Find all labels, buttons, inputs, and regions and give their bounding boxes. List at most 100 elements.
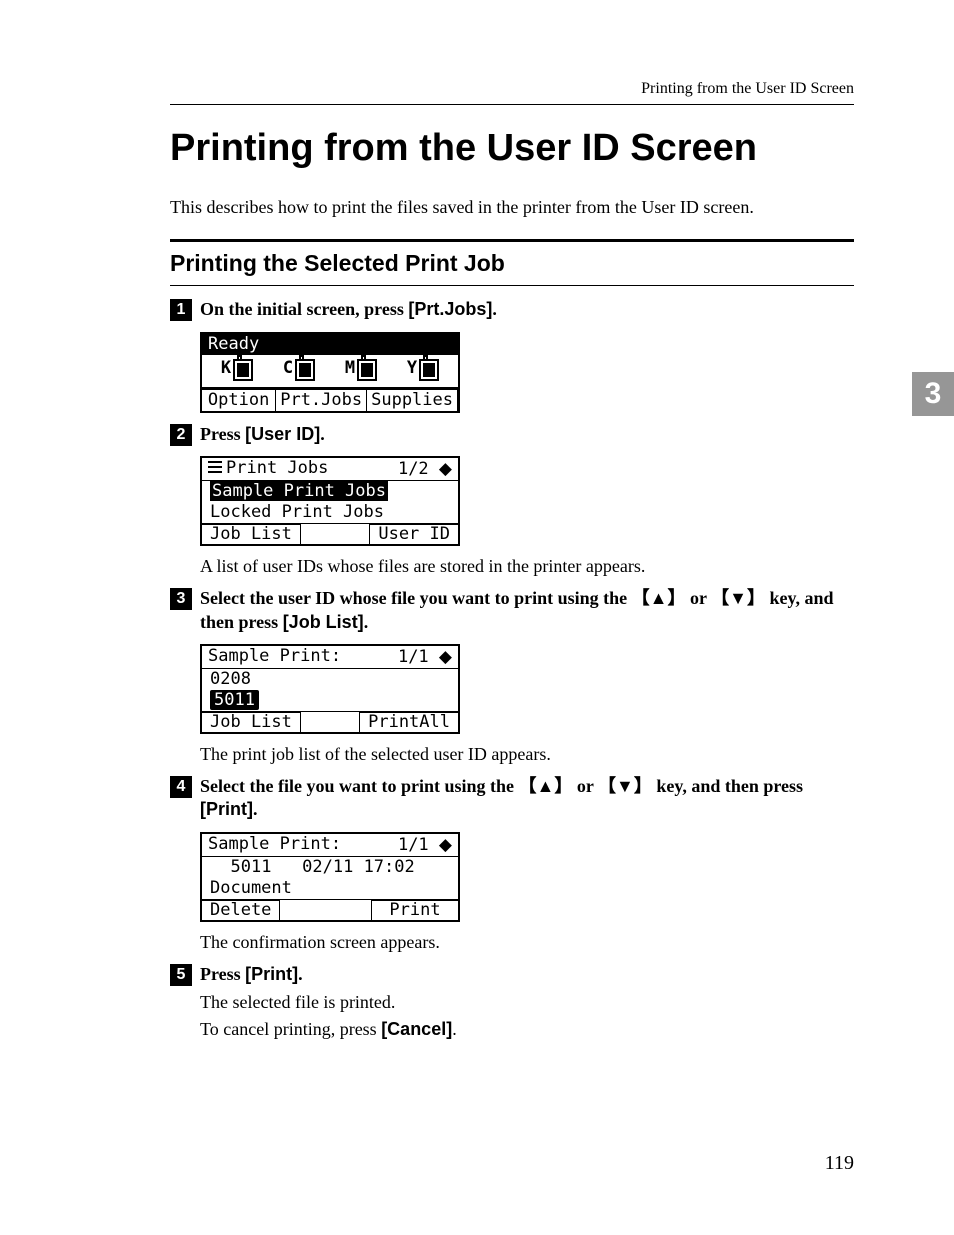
step-4-follow: The confirmation screen appears. <box>200 932 854 953</box>
user-id-button[interactable]: User ID <box>369 524 458 544</box>
page-number: 119 <box>825 1152 854 1175</box>
toner-m-label: M <box>345 359 355 377</box>
step-1-text: On the initial screen, press [Prt.Jobs]. <box>200 298 854 321</box>
print-all-button[interactable]: PrintAll <box>359 712 458 732</box>
lcd4-item-job[interactable]: 5011 02/11 17:02 <box>202 857 458 878</box>
step-3-c: . <box>364 612 369 632</box>
lcd2-titlebar: Print Jobs 1/2 ◆ <box>202 458 458 480</box>
page-title: Printing from the User ID Screen <box>170 127 854 170</box>
job-list-button[interactable]: Job List <box>202 524 301 544</box>
lcd4-arrows-icon: ◆ <box>439 835 452 854</box>
step-2-number-icon: 2 <box>170 424 192 446</box>
lcd-print-jobs-screen: Print Jobs 1/2 ◆ Sample Print Jobs Locke… <box>200 456 460 546</box>
option-button[interactable]: Option <box>202 389 276 411</box>
step-4-or: or <box>572 776 598 796</box>
step-4-a: Select the file you want to print using … <box>200 776 519 796</box>
toner-k: K <box>221 359 253 381</box>
toner-m-icon <box>357 359 377 381</box>
toner-y-icon <box>419 359 439 381</box>
toner-y: Y <box>407 359 439 381</box>
lead-paragraph: This describes how to print the files sa… <box>170 196 854 219</box>
step-2: 2 Press [User ID]. <box>170 423 854 446</box>
step-5-head: 5 Press [Print]. <box>170 963 854 986</box>
lcd3-arrows-icon: ◆ <box>439 647 452 666</box>
lcd4-footer: Delete Print <box>202 899 458 920</box>
up-key-icon: 【▲】 <box>632 587 686 610</box>
lcd2-title-text: Print Jobs <box>226 458 328 478</box>
job-list-button-2[interactable]: Job List <box>202 712 301 732</box>
supplies-button[interactable]: Supplies <box>367 389 458 411</box>
print-button[interactable]: Print <box>371 900 458 920</box>
step-4-head: 4 Select the file you want to print usin… <box>170 775 854 822</box>
page: Printing from the User ID Screen Printin… <box>0 0 954 1235</box>
step-2-head: 2 Press [User ID]. <box>170 423 854 446</box>
lcd-sample-print-screen: Sample Print: 1/1 ◆ 0208 5011 Job List P… <box>200 644 460 734</box>
lcd3-titlebar: Sample Print: 1/1 ◆ <box>202 646 458 668</box>
lcd3-footer: Job List PrintAll <box>202 711 458 732</box>
lcd4-job-time: 02/11 17:02 <box>302 857 415 877</box>
down-key-icon-2: 【▼】 <box>598 775 652 798</box>
lcd-toner-row: K C M Y <box>202 355 458 388</box>
step-2-text: Press [User ID]. <box>200 423 854 446</box>
step-1-pre: On the initial screen, press <box>200 299 408 319</box>
lcd4-spacer <box>280 900 371 920</box>
step-1: 1 On the initial screen, press [Prt.Jobs… <box>170 298 854 321</box>
lcd2-list: Sample Print Jobs Locked Print Jobs <box>202 480 458 523</box>
delete-button[interactable]: Delete <box>202 900 280 920</box>
step-5-number-icon: 5 <box>170 964 192 986</box>
step-5-text: Press [Print]. <box>200 963 854 986</box>
lcd4-item-document[interactable]: Document <box>202 878 458 899</box>
lcd3-page-indicator: 1/1 ◆ <box>398 648 452 666</box>
user-id-ref: [User ID] <box>245 424 320 444</box>
step-4-b: key, and then press <box>652 776 803 796</box>
lcd2-page-indicator: 1/2 ◆ <box>398 460 452 478</box>
list-icon <box>208 461 222 473</box>
step-5: 5 Press [Print]. <box>170 963 854 986</box>
thumb-tab: 3 <box>912 372 954 416</box>
lcf3-title: Sample Print: <box>208 648 341 666</box>
prt-jobs-button[interactable]: Prt.Jobs <box>276 389 367 411</box>
step-2-post: . <box>320 424 325 444</box>
step-4-text: Select the file you want to print using … <box>200 775 854 822</box>
lcd3-item-5011[interactable]: 5011 <box>202 690 458 711</box>
lcd2-spacer <box>301 524 369 544</box>
step-5b-post: . <box>452 1019 457 1039</box>
lcd3-spacer <box>301 712 359 732</box>
step-5-pre: Press <box>200 964 245 984</box>
lcd-ready-screen: Ready K C M Y Option Prt.Jobs Supplies <box>200 332 460 413</box>
toner-c: C <box>283 359 315 381</box>
step-2-pre: Press <box>200 424 245 444</box>
lcd4-job-id: 5011 <box>230 857 271 877</box>
lcd2-item-sample[interactable]: Sample Print Jobs <box>202 481 458 502</box>
section-rule-bottom <box>170 285 854 286</box>
lcd2-arrows-icon: ◆ <box>439 459 452 478</box>
step-3-number-icon: 3 <box>170 588 192 610</box>
lcd4-title: Sample Print: <box>208 836 341 854</box>
lcd-status: Ready <box>202 334 458 355</box>
lcd3-item-0208[interactable]: 0208 <box>202 669 458 690</box>
lcd4-list: 5011 02/11 17:02 Document <box>202 856 458 899</box>
lcd4-page: 1/1 <box>398 835 429 855</box>
step-5-follow-b: To cancel printing, press [Cancel]. <box>200 1019 854 1040</box>
step-3-head: 3 Select the user ID whose file you want… <box>170 587 854 634</box>
cancel-ref: [Cancel] <box>381 1019 452 1039</box>
toner-c-label: C <box>283 359 293 377</box>
lcd2-footer: Job List User ID <box>202 523 458 544</box>
step-3-follow: The print job list of the selected user … <box>200 744 854 765</box>
lcd2-item-locked[interactable]: Locked Print Jobs <box>202 502 458 523</box>
step-3-text: Select the user ID whose file you want t… <box>200 587 854 634</box>
step-3: 3 Select the user ID whose file you want… <box>170 587 854 634</box>
lcd2-page: 1/2 <box>398 459 429 479</box>
step-1-number-icon: 1 <box>170 299 192 321</box>
job-list-ref: [Job List] <box>283 612 364 632</box>
lcd2-title: Print Jobs <box>208 460 328 478</box>
down-key-icon: 【▼】 <box>711 587 765 610</box>
lcd3-list: 0208 5011 <box>202 668 458 711</box>
toner-m: M <box>345 359 377 381</box>
step-5-post: . <box>298 964 303 984</box>
step-1-head: 1 On the initial screen, press [Prt.Jobs… <box>170 298 854 321</box>
lcd-file-detail-screen: Sample Print: 1/1 ◆ 5011 02/11 17:02 Doc… <box>200 832 460 922</box>
running-head: Printing from the User ID Screen <box>170 80 854 98</box>
step-5-follow-a: The selected file is printed. <box>200 992 854 1013</box>
toner-c-icon <box>295 359 315 381</box>
